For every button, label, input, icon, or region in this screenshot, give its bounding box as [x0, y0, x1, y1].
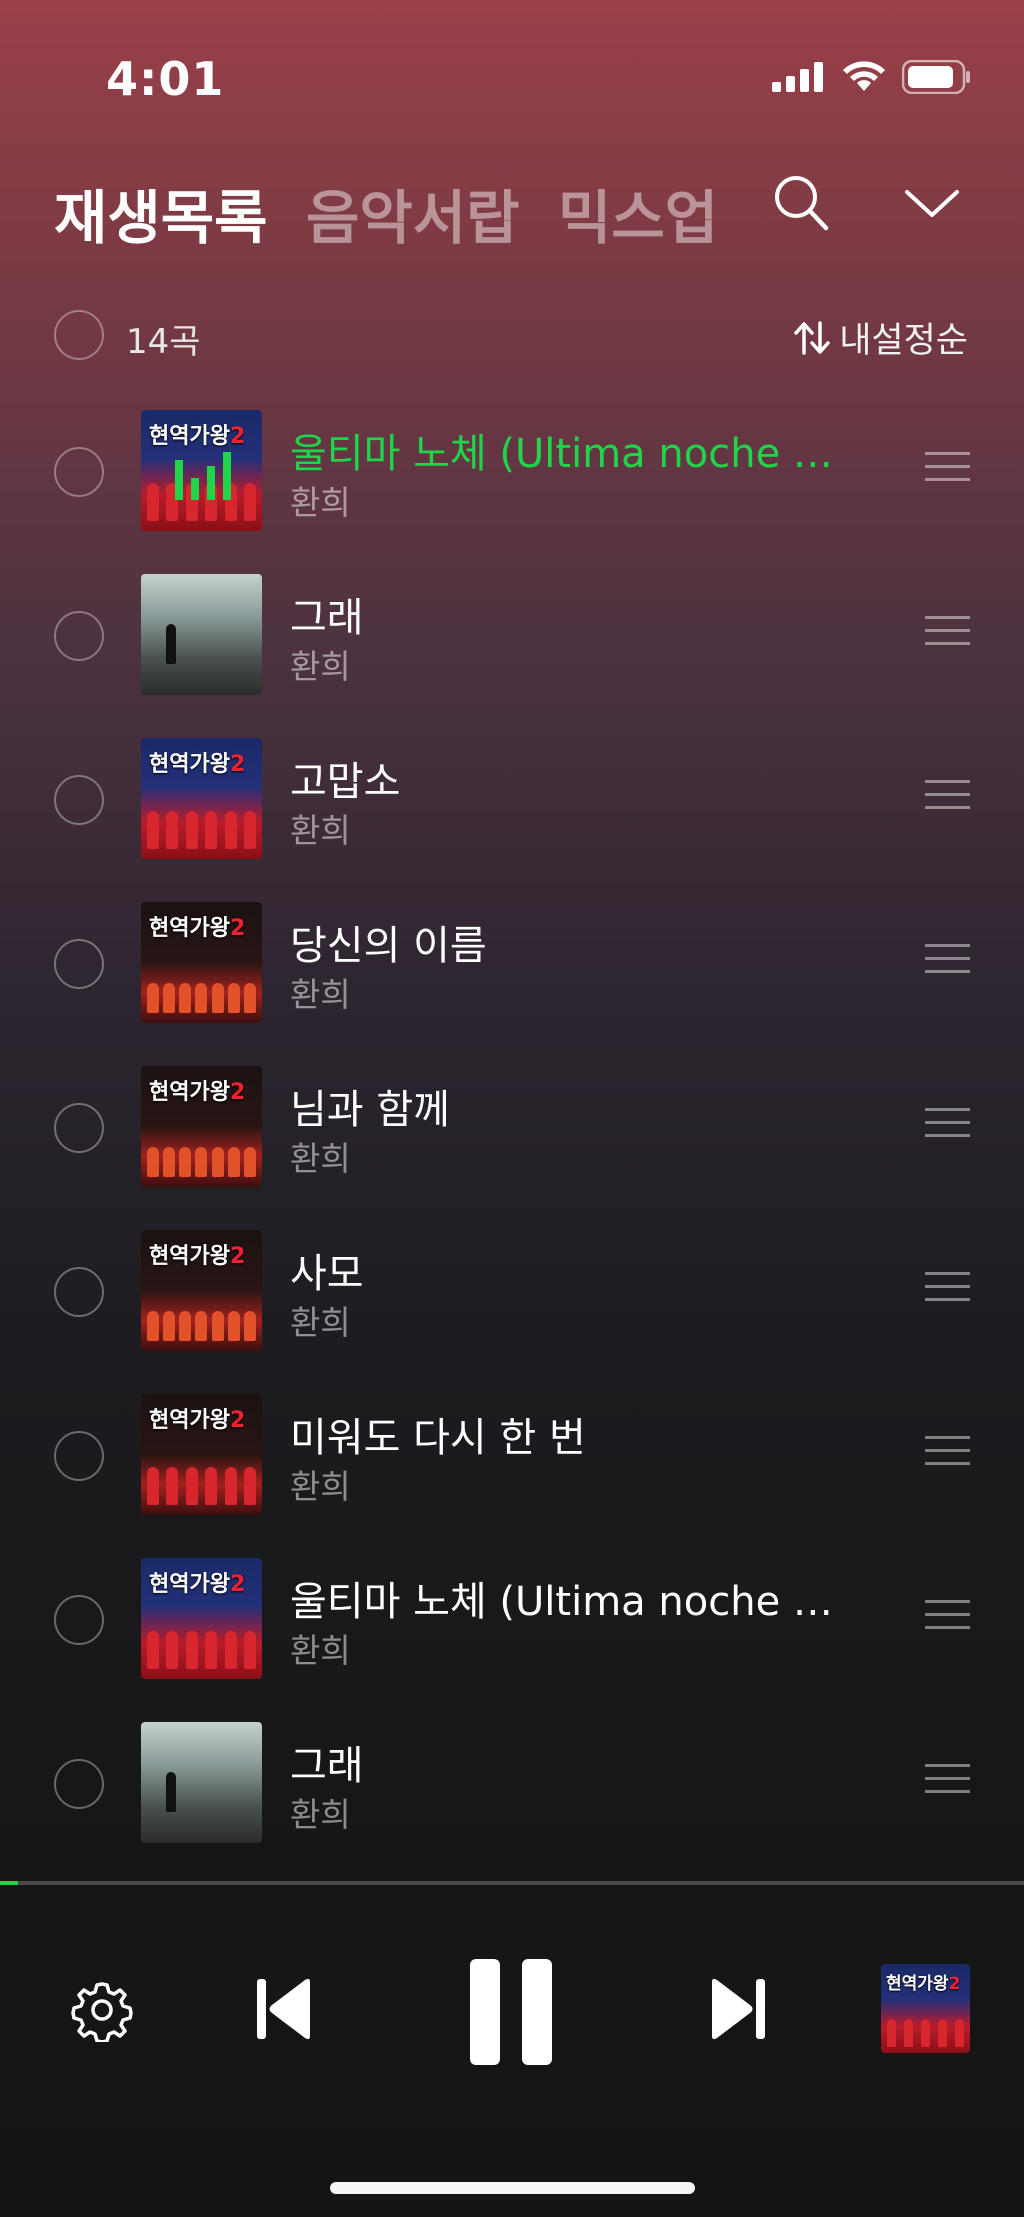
track-row[interactable]: 현역가왕2 님과 함께 환희	[0, 1061, 1024, 1225]
album-art-figures	[147, 971, 256, 1013]
album-art-title: 현역가왕2	[149, 1408, 246, 1433]
track-title: 울티마 노체 (Ultima noche 마…	[290, 1579, 835, 1625]
drag-handle-icon[interactable]	[925, 780, 970, 810]
drag-handle-icon[interactable]	[925, 1108, 970, 1138]
album-art-title: 현역가왕2	[149, 1572, 246, 1597]
battery-icon	[902, 60, 970, 94]
album-art-title: 현역가왕2	[149, 752, 246, 777]
track-row[interactable]: 현역가왕2 울티마 노체 (Ultima noche 마… 환희	[0, 1553, 1024, 1717]
track-select-radio[interactable]	[54, 1267, 104, 1317]
track-list: 현역가왕2 울티마 노체 (Ultima noche 마… 환희 그래 환희 현…	[0, 405, 1024, 1881]
mini-art-title: 현역가왕2	[886, 1974, 961, 1994]
select-all-radio[interactable]	[54, 310, 104, 360]
album-art-figures	[147, 1135, 256, 1177]
track-row[interactable]: 현역가왕2 미워도 다시 한 번 환희	[0, 1389, 1024, 1553]
track-artist: 환희	[290, 975, 351, 1014]
settings-gear-icon[interactable]	[70, 1978, 134, 2042]
track-select-radio[interactable]	[54, 611, 104, 661]
track-title: 그래	[290, 595, 364, 641]
drag-handle-icon[interactable]	[925, 452, 970, 482]
track-row[interactable]: 그래 환희	[0, 569, 1024, 733]
tab-mixup[interactable]: 믹스업	[558, 171, 718, 255]
track-title: 그래	[290, 1743, 364, 1789]
album-art-figures	[147, 807, 256, 849]
album-art-title: 현역가왕2	[149, 1244, 246, 1269]
track-artist: 환희	[290, 1467, 351, 1506]
track-row[interactable]: 현역가왕2 당신의 이름 환희	[0, 897, 1024, 1061]
status-bar: 4:01	[0, 0, 1024, 150]
sort-arrows-icon	[794, 320, 830, 355]
next-track-icon[interactable]	[708, 1976, 768, 2042]
track-row[interactable]: 그래 환희	[0, 1717, 1024, 1881]
album-art-title: 현역가왕2	[149, 1080, 246, 1105]
mini-art-figures	[887, 2017, 964, 2047]
drag-handle-icon[interactable]	[925, 1600, 970, 1630]
track-count: 14곡	[126, 322, 201, 362]
track-title: 당신의 이름	[290, 923, 487, 969]
album-art	[141, 574, 262, 695]
top-tab-bar: 재생목록 음악서랍 믹스업	[0, 165, 1024, 255]
album-art-title: 현역가왕2	[149, 916, 246, 941]
album-art	[141, 1722, 262, 1843]
sort-label: 내설정순	[839, 321, 968, 361]
track-select-radio[interactable]	[54, 1103, 104, 1153]
drag-handle-icon[interactable]	[925, 1272, 970, 1302]
track-select-radio[interactable]	[54, 775, 104, 825]
track-title: 고맙소	[290, 759, 401, 805]
album-art-figures	[147, 1463, 256, 1505]
drag-handle-icon[interactable]	[925, 944, 970, 974]
tab-music-drawer[interactable]: 음악서랍	[306, 171, 519, 255]
track-title: 님과 함께	[290, 1087, 450, 1133]
track-artist: 환희	[290, 1795, 351, 1834]
track-artist: 환희	[290, 1303, 351, 1342]
album-art: 현역가왕2	[141, 1558, 262, 1679]
album-art: 현역가왕2	[141, 902, 262, 1023]
album-art: 현역가왕2	[141, 1230, 262, 1351]
track-row[interactable]: 현역가왕2 고맙소 환희	[0, 733, 1024, 897]
track-select-radio[interactable]	[54, 939, 104, 989]
track-artist: 환희	[290, 1631, 351, 1670]
track-select-radio[interactable]	[54, 1759, 104, 1809]
list-subheader: 14곡 내설정순	[0, 310, 1024, 365]
drag-handle-icon[interactable]	[925, 616, 970, 646]
track-artist: 환희	[290, 647, 351, 686]
track-select-radio[interactable]	[54, 1595, 104, 1645]
track-select-radio[interactable]	[54, 447, 104, 497]
track-artist: 환희	[290, 811, 351, 850]
home-indicator	[330, 2182, 695, 2194]
equalizer-icon	[175, 450, 231, 500]
album-art-title: 현역가왕2	[149, 424, 246, 449]
album-art: 현역가왕2	[141, 1394, 262, 1515]
previous-track-icon[interactable]	[254, 1976, 314, 2042]
track-title: 미워도 다시 한 번	[290, 1415, 586, 1461]
album-art: 현역가왕2	[141, 410, 262, 531]
track-title: 사모	[290, 1251, 364, 1297]
search-icon[interactable]	[774, 173, 830, 233]
track-row[interactable]: 현역가왕2 사모 환희	[0, 1225, 1024, 1389]
sort-button[interactable]: 내설정순	[793, 312, 968, 363]
drag-handle-icon[interactable]	[925, 1436, 970, 1466]
status-time: 4:01	[106, 52, 225, 106]
tab-playlist[interactable]: 재생목록	[54, 171, 267, 255]
album-art: 현역가왕2	[141, 1066, 262, 1187]
album-art-figures	[147, 1627, 256, 1669]
album-art: 현역가왕2	[141, 738, 262, 859]
playback-progress-bar[interactable]	[0, 1881, 1024, 1885]
player-controls: 현역가왕2	[0, 1940, 1024, 2080]
track-title: 울티마 노체 (Ultima noche 마…	[290, 431, 835, 477]
pause-icon[interactable]	[468, 1957, 554, 2067]
track-artist: 환희	[290, 483, 351, 522]
playback-progress-fill	[0, 1881, 19, 1885]
album-art-figures	[147, 1299, 256, 1341]
status-icons	[772, 60, 972, 94]
track-row[interactable]: 현역가왕2 울티마 노체 (Ultima noche 마… 환희	[0, 405, 1024, 569]
drag-handle-icon[interactable]	[925, 1764, 970, 1794]
wifi-icon	[843, 61, 885, 91]
cellular-signal-icon	[772, 62, 823, 92]
track-artist: 환희	[290, 1139, 351, 1178]
track-select-radio[interactable]	[54, 1431, 104, 1481]
now-playing-album-art[interactable]: 현역가왕2	[881, 1964, 970, 2053]
chevron-down-icon[interactable]	[904, 187, 960, 221]
